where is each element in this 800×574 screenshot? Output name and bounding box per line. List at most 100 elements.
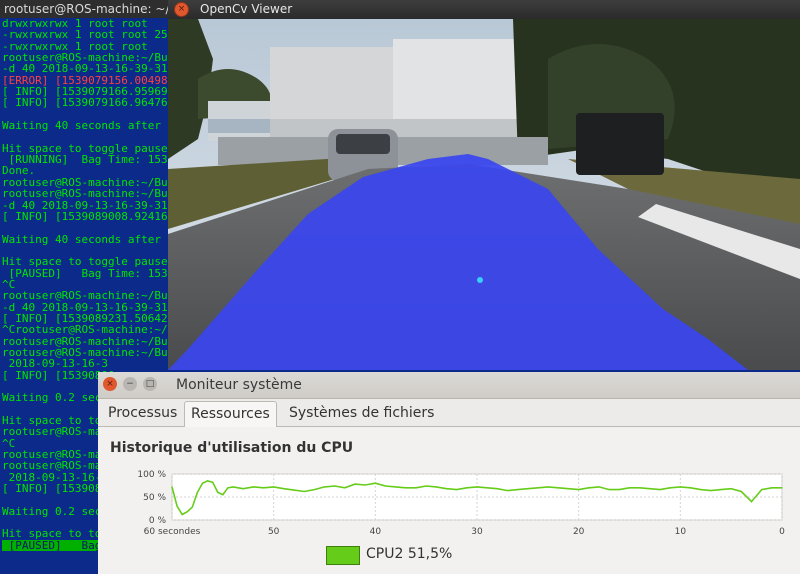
- x-tick-label: 40: [370, 527, 382, 537]
- tab-systemes-de-fichiers[interactable]: Systèmes de fichiers: [283, 401, 440, 425]
- cpu2-data-point: [313, 489, 315, 491]
- x-tick-label: 30: [471, 527, 483, 537]
- terminal-line: rootuser@ROS-machine:~/Burea: [2, 187, 172, 201]
- cpu2-data-point: [567, 488, 570, 490]
- cpu2-color-swatch[interactable]: [326, 546, 360, 565]
- close-icon[interactable]: ×: [103, 377, 117, 391]
- cpu2-data-point: [466, 487, 468, 489]
- cpu2-data-point: [445, 488, 448, 490]
- cpu2-data-point: [740, 490, 742, 493]
- cpu2-data-point: [557, 487, 559, 489]
- cpu2-data-point: [242, 488, 244, 490]
- camera-image: [168, 19, 800, 370]
- cpu2-data-point: [649, 488, 651, 490]
- terminal-line: [ INFO] [1539079166.96476322: [2, 96, 172, 110]
- cpu2-name: CPU2: [366, 546, 404, 562]
- cpu2-data-point: [222, 494, 224, 496]
- cpu-history-chart: 100 % 50 % 0 %60 secondes 50 40 30 20 10 0: [137, 470, 785, 537]
- x-tick-label: 20: [573, 527, 585, 537]
- terminal-line: [ INFO] [1539089008.92416307: [2, 209, 172, 223]
- terminal-line: rootuser@ROS-machine:~/Burea: [2, 289, 172, 303]
- cpu2-legend-label: CPU2 51,5%: [366, 546, 452, 562]
- cpu2-data-point: [476, 486, 478, 488]
- cpu2-data-point: [435, 486, 437, 488]
- cpu2-data-point: [689, 487, 692, 489]
- terminal-line: Waiting 40 seconds after adv: [2, 119, 172, 133]
- cpu2-data-point: [628, 487, 631, 489]
- cpu2-data-point: [496, 488, 498, 490]
- opencv-title: OpenCv Viewer: [200, 2, 293, 16]
- cpu2-data-point: [206, 480, 209, 482]
- terminal-line: -rwxrwxrwx 1 root root 25800: [2, 28, 172, 42]
- cpu2-data-point: [262, 487, 265, 489]
- cpu2-data-point: [730, 488, 732, 490]
- cpu2-data-point: [486, 487, 488, 489]
- cpu2-data-point: [659, 489, 661, 491]
- terminal-line: ^Crootuser@ROS-machine:~/Bure: [2, 323, 172, 337]
- cpu2-data-point: [374, 482, 376, 484]
- cpu2-data-point: [395, 486, 397, 488]
- cpu2-data-point: [171, 486, 173, 488]
- y-tick-label: 50 %: [143, 493, 166, 503]
- cpu2-data-point: [700, 489, 702, 491]
- cpu2-data-point: [506, 489, 509, 492]
- cpu2-data-point: [354, 483, 356, 485]
- cpu2-data-point: [771, 487, 773, 489]
- cpu2-data-point: [273, 486, 275, 488]
- maximize-icon[interactable]: □: [143, 377, 157, 391]
- opencv-titlebar[interactable]: × OpenCv Viewer: [168, 0, 800, 19]
- cpu2-data-point: [608, 489, 610, 491]
- y-tick-label: 100 %: [137, 470, 166, 480]
- tab-ressources[interactable]: Ressources: [184, 401, 277, 427]
- system-monitor-titlebar[interactable]: × − □ Moniteur système: [98, 372, 800, 399]
- x-tick-label: 60 secondes: [144, 527, 201, 537]
- system-monitor-window[interactable]: × − □ Moniteur système Processus Ressour…: [98, 372, 800, 574]
- cpu2-data-point: [334, 485, 336, 487]
- cpu2-data-point: [527, 488, 529, 490]
- cpu2-data-point: [186, 511, 188, 513]
- terminal-line: Hit space to toggle paused,: [2, 255, 172, 269]
- cpu2-data-point: [191, 506, 193, 508]
- terminal-line: [PAUSED] Bag Time: 153684: [2, 266, 172, 280]
- cpu2-data-point: [283, 488, 285, 490]
- cpu2-value: 51,5%: [407, 546, 453, 562]
- close-icon[interactable]: ×: [174, 2, 189, 17]
- cpu2-data-point: [217, 491, 219, 493]
- cpu2-data-point: [750, 501, 753, 503]
- cpu2-data-point: [364, 484, 366, 486]
- y-tick-label: 0 %: [149, 516, 167, 526]
- cpu2-data-point: [425, 485, 427, 487]
- cpu2-data-point: [588, 487, 590, 489]
- cpu2-data-point: [384, 485, 387, 487]
- tab-bar: Processus Ressources Systèmes de fichier…: [98, 399, 800, 427]
- cpu2-data-point: [252, 486, 254, 488]
- cpu2-data-point: [181, 513, 183, 516]
- cpu2-data-point: [176, 505, 178, 507]
- cpu2-data-point: [344, 487, 346, 489]
- x-tick-label: 10: [675, 527, 687, 537]
- cpu2-data-point: [669, 487, 671, 489]
- cpu2-data-point: [456, 489, 458, 491]
- x-tick-label: 0: [779, 527, 785, 537]
- cpu2-data-point: [537, 487, 539, 489]
- cpu2-data-point: [293, 489, 295, 491]
- opencv-viewer-window[interactable]: × OpenCv Viewer: [168, 0, 800, 370]
- x-tick-label: 50: [268, 527, 280, 537]
- terminal-line: [PAUSED] Bag: [2, 538, 102, 552]
- cpu2-data-point: [761, 489, 763, 491]
- cpu2-data-point: [303, 490, 305, 493]
- cpu-history-title: Historique d'utilisation du CPU: [110, 440, 354, 456]
- cpu2-data-point: [232, 486, 234, 488]
- cpu2-data-point: [598, 486, 600, 488]
- cpu2-data-point: [212, 481, 214, 483]
- minimize-icon[interactable]: −: [123, 377, 137, 391]
- cpu2-data-point: [547, 486, 549, 488]
- cpu2-data-point: [639, 487, 641, 489]
- tab-processus[interactable]: Processus: [102, 401, 183, 425]
- cpu2-data-point: [618, 489, 620, 491]
- cpu2-data-point: [720, 489, 722, 491]
- cpu2-data-point: [201, 482, 204, 484]
- cpu2-data-point: [710, 489, 712, 492]
- cpu2-data-point: [679, 486, 681, 488]
